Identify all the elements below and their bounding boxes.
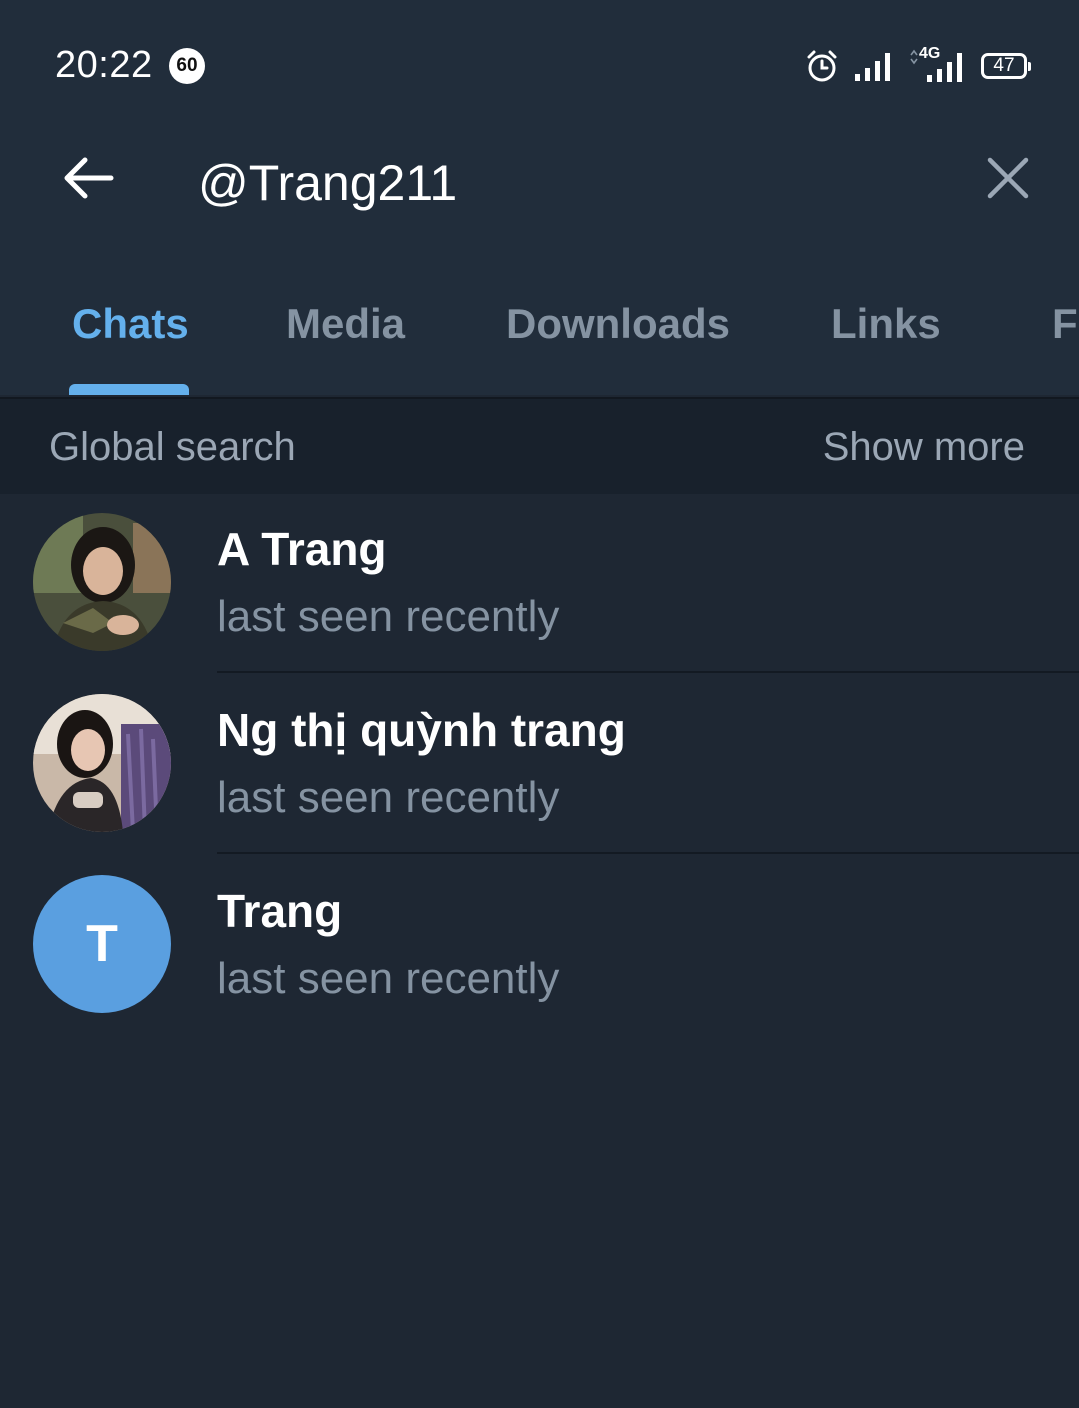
list-item[interactable]: A Trang last seen recently: [0, 492, 1079, 673]
active-tab-indicator: [69, 384, 189, 395]
result-status: last seen recently: [217, 773, 560, 822]
status-time: 20:22: [55, 44, 153, 86]
clear-search-button[interactable]: [980, 152, 1036, 208]
result-status: last seen recently: [217, 954, 560, 1003]
list-item[interactable]: T Trang last seen recently: [0, 854, 1079, 1035]
result-name: A Trang: [217, 523, 387, 575]
arrow-left-icon: [59, 154, 115, 207]
result-name: Ng thị quỳnh trang: [217, 704, 626, 756]
notification-badge: 60: [169, 48, 205, 84]
battery-icon: 47: [981, 53, 1031, 79]
search-header: Chats Media Downloads Links F: [0, 130, 1079, 395]
tab-files[interactable]: F: [1052, 300, 1078, 348]
global-search-header: Global search Show more: [0, 397, 1079, 494]
alarm-icon: [805, 49, 839, 83]
avatar: [33, 513, 171, 651]
show-more-button[interactable]: Show more: [823, 425, 1025, 470]
tab-downloads[interactable]: Downloads: [506, 300, 730, 348]
search-input[interactable]: [198, 148, 918, 218]
tab-links[interactable]: Links: [831, 300, 941, 348]
status-icons: 4G 47: [805, 45, 1031, 86]
avatar: [33, 694, 171, 832]
section-title: Global search: [49, 425, 296, 469]
list-item[interactable]: Ng thị quỳnh trang last seen recently: [0, 673, 1079, 854]
search-tabs: Chats Media Downloads Links F: [0, 280, 1079, 395]
status-bar: 20:22 60 4G 47: [0, 0, 1079, 130]
result-status: last seen recently: [217, 592, 560, 641]
signal-icon: [853, 50, 895, 82]
close-icon: [986, 156, 1030, 205]
signal-4g-icon: 4G: [909, 45, 967, 83]
result-name: Trang: [217, 885, 343, 937]
back-button[interactable]: [52, 150, 122, 210]
tab-chats[interactable]: Chats: [72, 300, 189, 348]
tab-media[interactable]: Media: [286, 300, 405, 348]
avatar: T: [33, 875, 171, 1013]
